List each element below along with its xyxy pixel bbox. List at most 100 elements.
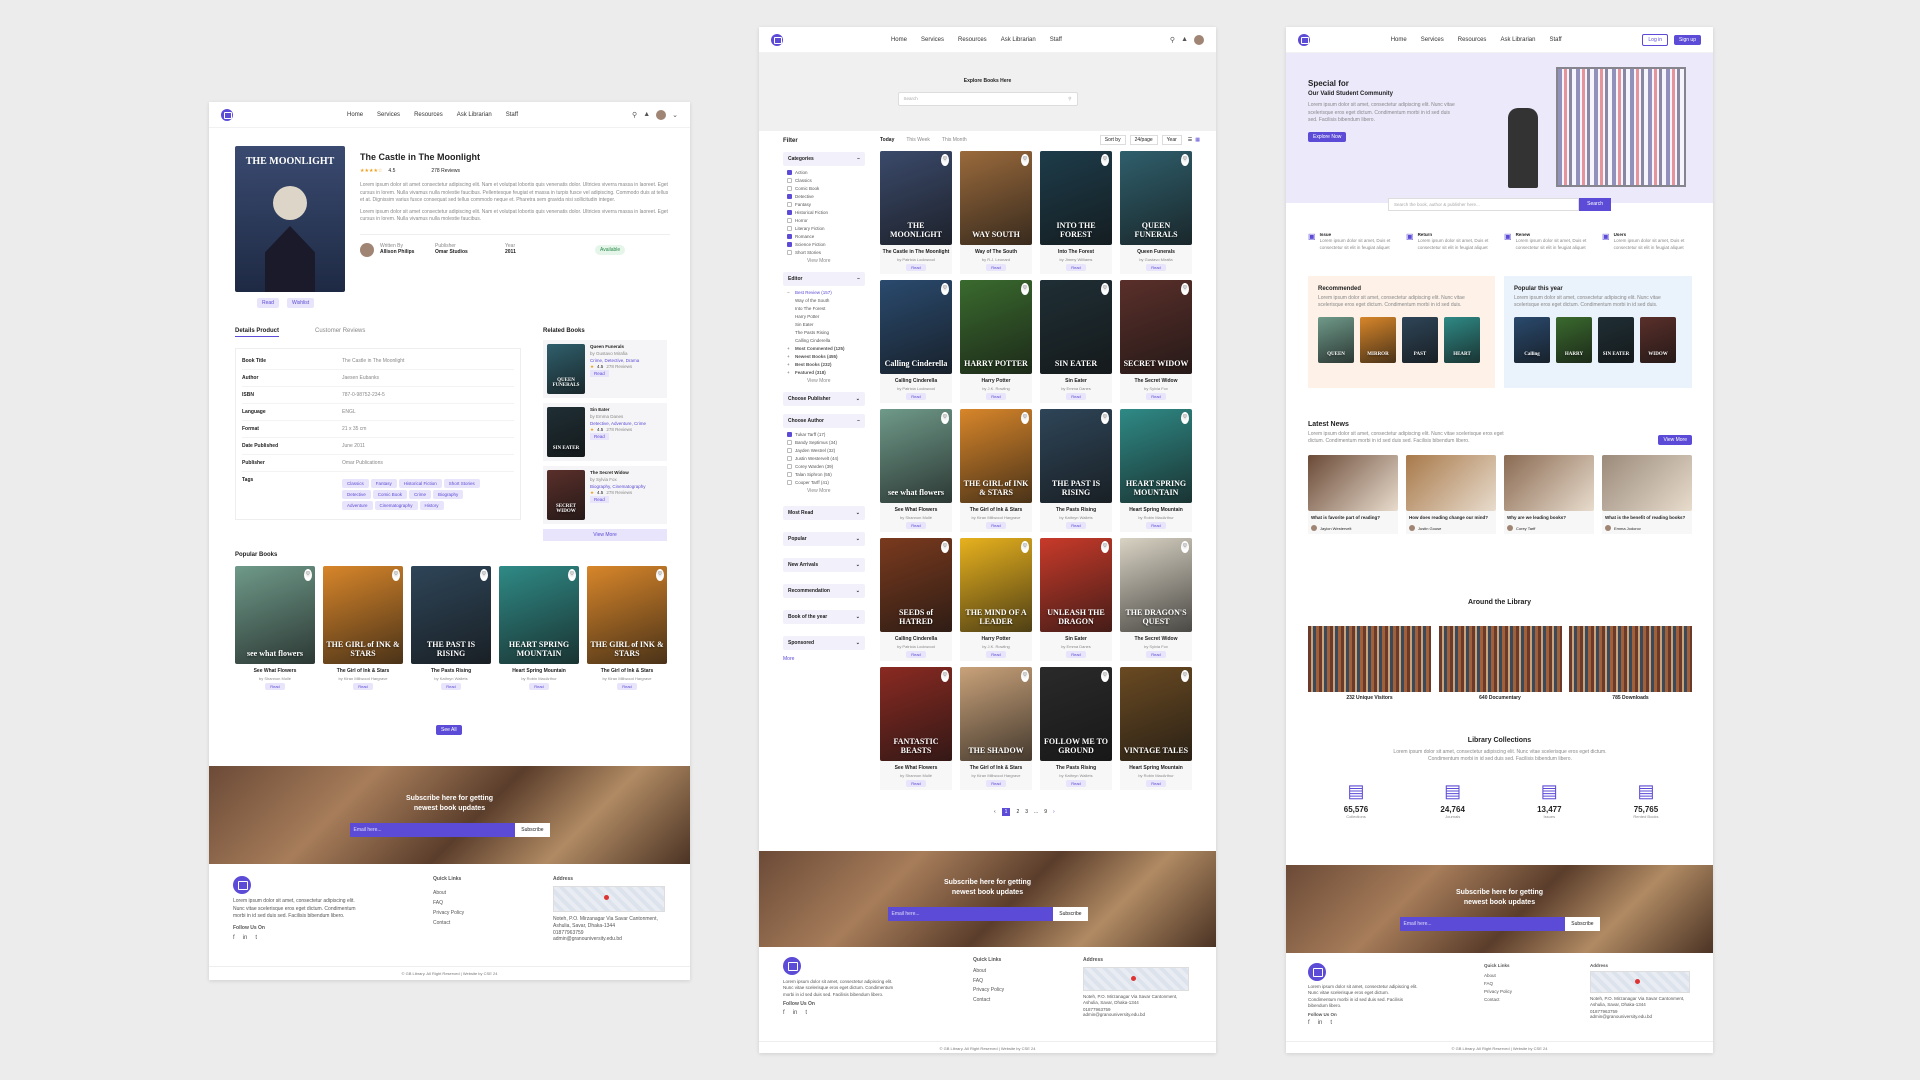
categories-view-more[interactable]: View More <box>783 258 865 264</box>
tab-this-month[interactable]: This Month <box>942 137 967 143</box>
read-button[interactable]: Read <box>529 683 549 690</box>
book-card[interactable]: THE DRAGON'S QUEST ♡ The Secret Widow by Sy… <box>1120 538 1192 661</box>
read-button[interactable]: Read <box>1146 522 1166 529</box>
subscribe-button[interactable]: Subscribe <box>1565 916 1600 931</box>
heart-icon[interactable]: ♡ <box>1181 412 1189 424</box>
logo[interactable] <box>1298 33 1310 46</box>
related-read-button[interactable]: Read <box>590 496 609 503</box>
around-item[interactable]: 785 Downloads <box>1569 626 1692 701</box>
book-cover[interactable]: see what flowers ♡ <box>880 409 952 503</box>
tag[interactable]: Detective <box>342 490 371 499</box>
read-button[interactable]: Read <box>1066 780 1086 787</box>
heart-icon[interactable]: ♡ <box>392 569 400 581</box>
book-cover[interactable]: see what flowers ♡ <box>235 566 315 664</box>
book-cover[interactable]: QUEEN FUNERALS <box>547 344 585 394</box>
category-checkbox[interactable]: Literary Fiction <box>787 224 861 232</box>
nav-ask-librarian[interactable]: Ask Librarian <box>1500 37 1535 43</box>
view-more-button[interactable]: View More <box>543 529 667 541</box>
book-card[interactable]: QUEEN FUNERALS ♡ Queen Funerals by Gustavo … <box>1120 151 1192 274</box>
editor-item[interactable]: + Newest Books (455) <box>787 352 861 360</box>
popular-book-card[interactable]: HEART SPRING MOUNTAIN ♡ Heart Spring Mount… <box>499 566 579 690</box>
nav-resources[interactable]: Resources <box>958 37 987 43</box>
author-header[interactable]: Choose Author − <box>783 414 865 428</box>
checkbox-icon[interactable] <box>787 471 792 477</box>
prev-page-icon[interactable]: ‹ <box>994 809 996 815</box>
tag[interactable]: Cinematography <box>374 501 418 510</box>
book-cover[interactable]: SEEDS of HATRED ♡ <box>880 538 952 632</box>
category-checkbox[interactable]: Fantasy <box>787 200 861 208</box>
news-view-more-button[interactable]: View More <box>1658 435 1692 445</box>
email-input[interactable]: Email here... <box>1399 916 1566 931</box>
book-card[interactable]: HARRY POTTER ♡ Harry Potter by J.K. Rowling… <box>960 280 1032 403</box>
book-cover[interactable]: THE GIRL of INK & STARS ♡ <box>587 566 667 664</box>
read-button[interactable]: Read <box>353 683 373 690</box>
checkbox-icon[interactable] <box>787 201 792 207</box>
twitter-icon[interactable]: t <box>1330 1020 1332 1026</box>
explore-now-button[interactable]: Explore Now <box>1308 131 1347 142</box>
book-cover[interactable]: THE MIND OF A LEADER ♡ <box>960 538 1032 632</box>
read-button[interactable]: Read <box>265 683 285 690</box>
checkbox-icon[interactable] <box>787 185 792 191</box>
editor-item[interactable]: + Featured (318) <box>787 368 861 376</box>
book-cover[interactable]: HEART SPRING MOUNTAIN ♡ <box>499 566 579 664</box>
author-checkbox[interactable]: Jayden Westrel (32) <box>787 446 861 454</box>
map[interactable] <box>1083 967 1189 991</box>
read-button[interactable]: Read <box>1146 651 1166 658</box>
around-item[interactable]: 232 Unique Visitors <box>1308 626 1431 701</box>
tab-this-week[interactable]: This Week <box>906 137 930 143</box>
page-number[interactable]: 9 <box>1044 809 1047 815</box>
read-button[interactable]: Read <box>617 683 637 690</box>
heart-icon[interactable]: ♡ <box>1021 154 1029 166</box>
heart-icon[interactable]: ♡ <box>1181 283 1189 295</box>
book-cover[interactable]: UNLEASH THE DRAGON ♡ <box>1040 538 1112 632</box>
home-search-button[interactable]: Search <box>1579 198 1611 211</box>
editor-item[interactable]: + Best Books (232) <box>787 360 861 368</box>
tab-details-product[interactable]: Details Product <box>235 328 280 337</box>
editor-item[interactable]: − Best Review (157) <box>787 288 861 296</box>
footer-link-contact[interactable]: Contact <box>973 996 1083 1006</box>
book-cover[interactable]: Calling Cinderella ♡ <box>880 280 952 374</box>
category-checkbox[interactable]: Classics <box>787 176 861 184</box>
tab-today[interactable]: Today <box>880 137 894 143</box>
home-search-input[interactable]: Search the book, author & publisher here… <box>1388 198 1580 211</box>
checkbox-icon[interactable] <box>787 455 792 461</box>
editor-item[interactable]: The Pasts Rising <box>787 328 861 336</box>
book-cover[interactable]: HEART <box>1444 317 1480 363</box>
filter-section-header[interactable]: Most Read ⌄ <box>783 506 865 520</box>
tag[interactable]: History <box>419 501 444 510</box>
heart-icon[interactable]: ♡ <box>1021 670 1029 682</box>
book-card[interactable]: THE MIND OF A LEADER ♡ Harry Potter by J.K.… <box>960 538 1032 661</box>
heart-icon[interactable]: ♡ <box>941 283 949 295</box>
book-cover[interactable]: HARRY <box>1556 317 1592 363</box>
avatar[interactable] <box>1194 34 1204 45</box>
heart-icon[interactable]: ♡ <box>304 569 312 581</box>
filter-section-header[interactable]: Book of the year ⌄ <box>783 610 865 624</box>
category-checkbox[interactable]: Detective <box>787 192 861 200</box>
book-cover[interactable]: SIN EATER <box>1598 317 1634 363</box>
heart-icon[interactable]: ♡ <box>1021 283 1029 295</box>
checkbox-icon[interactable] <box>787 233 792 239</box>
checkbox-icon[interactable] <box>787 439 792 445</box>
checkbox-icon[interactable] <box>787 225 792 231</box>
browse-search-input[interactable]: Search ⚲ <box>897 92 1078 106</box>
editor-item[interactable]: Into The Forest <box>787 304 861 312</box>
read-button[interactable]: Read <box>906 522 926 529</box>
footer-link-privacy[interactable]: Privacy Policy <box>973 986 1083 996</box>
book-cover[interactable]: VINTAGE TALES ♡ <box>1120 667 1192 761</box>
footer-link-contact[interactable]: Contact <box>433 918 553 928</box>
author-view-more[interactable]: View More <box>783 488 865 494</box>
book-card[interactable]: INTO THE FOREST ♡ Into The Forest by Jimmy … <box>1040 151 1112 274</box>
read-button[interactable]: Read <box>986 651 1006 658</box>
login-button[interactable]: Log in <box>1642 33 1669 46</box>
editor-header[interactable]: Editor − <box>783 272 865 286</box>
logo[interactable] <box>771 33 783 46</box>
editor-view-more[interactable]: View More <box>783 378 865 384</box>
checkbox-icon[interactable] <box>787 463 792 469</box>
checkbox-icon[interactable] <box>787 209 792 215</box>
checkbox-icon[interactable] <box>787 177 792 183</box>
sort-dropdown[interactable]: Sort by <box>1099 135 1126 145</box>
linkedin-icon[interactable]: in <box>243 935 248 941</box>
category-checkbox[interactable]: Historical Fiction <box>787 208 861 216</box>
heart-icon[interactable]: ♡ <box>1101 154 1109 166</box>
search-icon[interactable]: ⚲ <box>632 111 637 119</box>
